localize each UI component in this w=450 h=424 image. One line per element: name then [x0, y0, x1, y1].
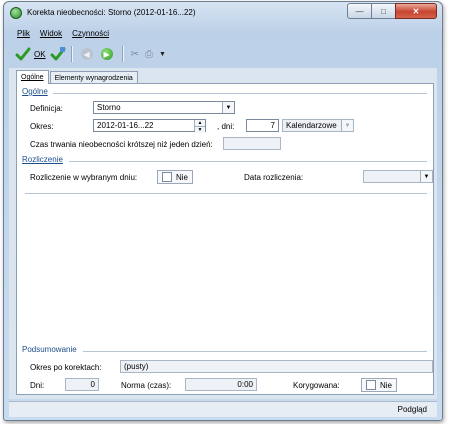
prev-icon[interactable]: ◀: [80, 48, 93, 60]
rozliczenie-checkbox[interactable]: Nie: [157, 170, 193, 184]
minimize-button[interactable]: —: [347, 3, 372, 19]
norma-label: Norma (czas):: [121, 381, 172, 390]
chevron-down-icon[interactable]: ▼: [420, 171, 432, 182]
czas-trwania-label: Czas trwania nieobecności krótszej niż j…: [30, 140, 213, 149]
status-bar: Podgląd: [9, 401, 437, 417]
data-rozliczenia-label: Data rozliczenia:: [244, 173, 304, 182]
korygowana-checkbox[interactable]: Nie: [361, 378, 397, 392]
chevron-down-icon[interactable]: ▼: [222, 102, 234, 113]
kalendarzowe-value: Kalendarzowe: [286, 121, 337, 130]
toolbar-separator: [121, 46, 123, 62]
close-button[interactable]: ✕: [395, 3, 437, 19]
okres-po-korektach-value: (pusty): [124, 362, 149, 371]
section-ogolne-heading: Ogólne: [22, 87, 48, 96]
okres-po-korektach-label: Okres po korektach:: [30, 363, 102, 372]
print-icon[interactable]: ⎙: [145, 49, 153, 60]
checkbox-box[interactable]: [162, 172, 172, 182]
check-plus-icon[interactable]: [50, 46, 66, 62]
tab-panel: Ogólne Definicja: Storno ▼ Okres: 2012-0…: [16, 83, 434, 395]
dialog-window: Korekta nieobecności: Storno (2012-01-16…: [3, 1, 443, 421]
chevron-down-icon[interactable]: ▼: [341, 120, 353, 131]
okres-field[interactable]: 2012-01-16...22 ▲ ▼: [93, 119, 206, 133]
definicja-select[interactable]: Storno ▼: [93, 101, 235, 114]
section-divider: [53, 93, 427, 94]
norma-value: 0:00: [237, 380, 253, 389]
section-divider: [83, 351, 427, 352]
data-rozliczenia-select[interactable]: ▼: [363, 170, 433, 183]
content-area: Ogólne Elementy wynagrodzenia Ogólne Def…: [9, 68, 437, 399]
dropdown-icon[interactable]: ▼: [159, 51, 166, 58]
window-controls: — □ ✕: [347, 3, 437, 19]
check-icon[interactable]: [15, 46, 31, 62]
tab-ogolne[interactable]: Ogólne: [16, 70, 49, 84]
tab-strip: Ogólne Elementy wynagrodzenia: [16, 70, 139, 84]
toolbar: OK ◀ ▶ ✂ ⎙ ▼: [9, 42, 437, 66]
rozliczenie-value: Nie: [175, 172, 188, 182]
section-divider: [69, 161, 427, 162]
rozliczenie-label: Rozliczenie w wybranym dniu:: [30, 173, 138, 182]
window-title: Korekta nieobecności: Storno (2012-01-16…: [27, 8, 196, 17]
okres-spinner[interactable]: ▲ ▼: [194, 120, 205, 133]
dni-value: 7: [270, 121, 275, 130]
definicja-value: Storno: [97, 103, 121, 112]
delete-icon[interactable]: ✂: [131, 49, 139, 60]
tab-ogolne-label: Ogólne: [21, 74, 44, 81]
okres-label: Okres:: [30, 122, 54, 131]
korygowana-label: Korygowana:: [293, 381, 340, 390]
dni-summary-value: 0: [90, 380, 95, 389]
menu-widok[interactable]: Widok: [40, 29, 62, 38]
checkbox-box[interactable]: [366, 380, 376, 390]
korygowana-value: Nie: [379, 380, 392, 390]
toolbar-separator: [70, 46, 72, 62]
podglad-status[interactable]: Podgląd: [398, 405, 427, 414]
section-rozliczenie-heading: Rozliczenie: [22, 155, 63, 164]
dni-summary-label: Dni:: [30, 381, 45, 390]
ok-label: OK: [34, 49, 46, 59]
okres-value: 2012-01-16...22: [97, 121, 154, 130]
tab-elementy-label: Elementy wynagrodzenia: [54, 74, 133, 82]
title-bar[interactable]: Korekta nieobecności: Storno (2012-01-16…: [4, 2, 442, 24]
dni-summary-field: 0: [65, 378, 99, 391]
app-icon: [10, 7, 22, 19]
menu-czynnosci[interactable]: Czynności: [72, 29, 109, 38]
kalendarzowe-select[interactable]: Kalendarzowe ▼: [282, 119, 354, 132]
menu-plik-label: Plik: [17, 28, 30, 38]
menu-widok-label: Widok: [39, 28, 63, 38]
dni-label: , dni:: [217, 122, 235, 131]
menu-bar: Plik Widok Czynności: [9, 26, 437, 40]
czas-trwania-field[interactable]: [223, 137, 281, 150]
section-divider: [25, 193, 427, 194]
ok-button[interactable]: OK: [34, 50, 46, 59]
next-icon[interactable]: ▶: [100, 48, 113, 60]
section-podsumowanie-heading: Podsumowanie: [22, 345, 77, 354]
norma-field: 0:00: [185, 378, 257, 391]
okres-po-korektach-field: (pusty): [120, 360, 433, 373]
menu-czynnosci-label: Czynności: [72, 28, 110, 38]
definicja-label: Definicja:: [30, 104, 63, 113]
menu-plik[interactable]: Plik: [17, 29, 30, 38]
dni-field[interactable]: 7: [246, 119, 279, 132]
maximize-button[interactable]: □: [371, 3, 396, 19]
